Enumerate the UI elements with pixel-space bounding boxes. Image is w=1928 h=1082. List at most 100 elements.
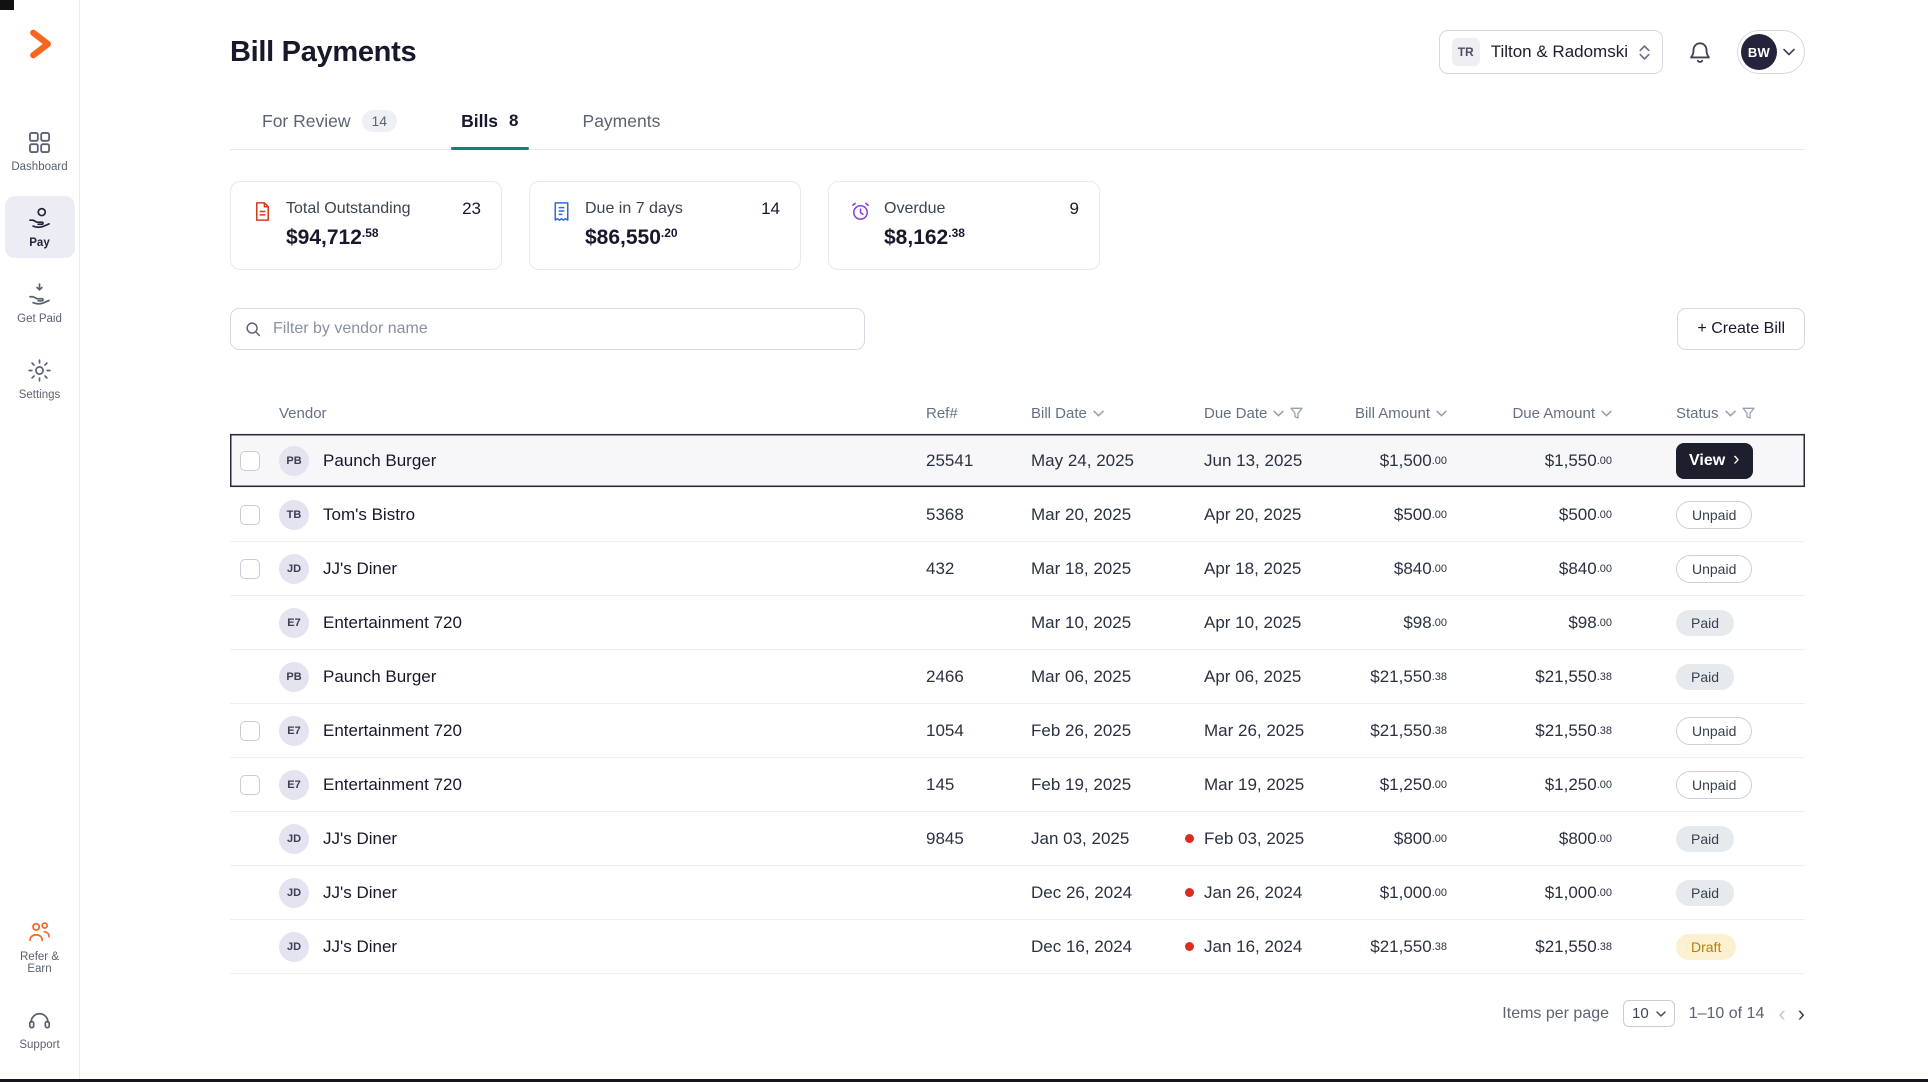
vendor-avatar: PB: [279, 446, 309, 476]
checkbox-cell: [230, 505, 279, 525]
column-header-status[interactable]: Status: [1614, 405, 1805, 422]
sidebar-item-get-paid[interactable]: Get Paid: [5, 272, 75, 334]
sidebar-item-refer-earn[interactable]: Refer & Earn: [5, 910, 75, 984]
topbar: Bill Payments TR Tilton & Radomski BW: [230, 30, 1805, 74]
tab-payments[interactable]: Payments: [583, 110, 661, 149]
status-cell: Unpaid: [1614, 717, 1805, 745]
due-date-cell: Mar 19, 2025: [1179, 775, 1344, 795]
card-amount: $94,712.58: [286, 226, 481, 250]
checkbox-cell: [230, 883, 279, 903]
app-logo[interactable]: [22, 26, 58, 62]
sidebar: Dashboard Pay Get Paid Settings Refer & …: [0, 0, 80, 1082]
ref-cell: 145: [914, 775, 1024, 795]
status-cell: Draft: [1614, 934, 1805, 960]
page-title: Bill Payments: [230, 36, 416, 69]
vendor-cell: E7 Entertainment 720: [279, 770, 914, 800]
checkbox-cell: [230, 559, 279, 579]
due-date-cell: Mar 26, 2025: [1179, 721, 1344, 741]
notifications-button[interactable]: [1683, 35, 1717, 69]
bill-amount-cell: $21,550.38: [1344, 667, 1449, 687]
chevron-right-icon: ›: [1733, 450, 1739, 469]
tab-for-review[interactable]: For Review 14: [262, 110, 397, 149]
company-badge: TR: [1452, 38, 1480, 66]
prev-page-button[interactable]: ‹: [1778, 1003, 1785, 1025]
create-bill-button[interactable]: + Create Bill: [1677, 308, 1805, 350]
due-amount-cell: $1,000.00: [1449, 883, 1614, 903]
due-amount-cell: $98.00: [1449, 613, 1614, 633]
vendor-avatar: JD: [279, 878, 309, 908]
view-button[interactable]: View›: [1676, 443, 1753, 479]
due-date-text: Apr 10, 2025: [1204, 613, 1301, 633]
table-row[interactable]: JD JJ's Diner Dec 16, 2024 Jan 16, 2024 …: [230, 920, 1805, 974]
row-checkbox[interactable]: [240, 775, 260, 795]
sort-icon: [1093, 410, 1104, 417]
dashboard-icon: [26, 129, 53, 156]
due-amount-cell: $840.00: [1449, 559, 1614, 579]
sort-icon: [1273, 410, 1284, 417]
table-row[interactable]: JD JJ's Diner 9845 Jan 03, 2025 Feb 03, …: [230, 812, 1805, 866]
vendor-cell: JD JJ's Diner: [279, 824, 914, 854]
summary-cards: Total Outstanding 23 $94,712.58 Due in 7…: [230, 181, 1805, 270]
due-date-text: Apr 06, 2025: [1204, 667, 1301, 687]
vendor-cell: PB Paunch Burger: [279, 446, 914, 476]
checkbox-cell: [230, 937, 279, 957]
page-size-select[interactable]: 10: [1623, 1000, 1675, 1027]
status-cell: Unpaid: [1614, 501, 1805, 529]
due-date-cell: Apr 06, 2025: [1179, 667, 1344, 687]
column-header-bill-amount[interactable]: Bill Amount: [1344, 405, 1449, 422]
chevron-right-logo-icon: [22, 26, 58, 62]
tab-bills[interactable]: Bills 8: [461, 110, 518, 149]
due-date-cell: Apr 18, 2025: [1179, 559, 1344, 579]
sidebar-item-pay[interactable]: Pay: [5, 196, 75, 258]
vendor-name: JJ's Diner: [323, 829, 397, 849]
card-count: 14: [761, 199, 780, 219]
row-checkbox[interactable]: [240, 505, 260, 525]
status-cell: View›: [1614, 443, 1805, 479]
bill-date-cell: Dec 16, 2024: [1024, 937, 1179, 957]
next-page-button[interactable]: ›: [1798, 1003, 1805, 1025]
vendor-name: JJ's Diner: [323, 883, 397, 903]
due-date-text: Jun 13, 2025: [1204, 451, 1302, 471]
due-amount-cell: $21,550.38: [1449, 721, 1614, 741]
vendor-avatar: JD: [279, 932, 309, 962]
row-checkbox[interactable]: [240, 451, 260, 471]
vendor-filter-input[interactable]: [230, 308, 865, 350]
sidebar-item-support[interactable]: Support: [5, 998, 75, 1060]
overdue-dot: [1185, 834, 1194, 843]
table-row[interactable]: PB Paunch Burger 2466 Mar 06, 2025 Apr 0…: [230, 650, 1805, 704]
column-header-due-date[interactable]: Due Date: [1179, 405, 1344, 422]
user-menu[interactable]: BW: [1737, 30, 1805, 74]
row-checkbox[interactable]: [240, 721, 260, 741]
due-date-text: Jan 26, 2024: [1204, 883, 1302, 903]
vendor-cell: E7 Entertainment 720: [279, 608, 914, 638]
table-row[interactable]: JD JJ's Diner 432 Mar 18, 2025 Apr 18, 2…: [230, 542, 1805, 596]
table-row[interactable]: PB Paunch Burger 25541 May 24, 2025 Jun …: [230, 434, 1805, 488]
summary-card-due-7-days: Due in 7 days 14 $86,550.20: [529, 181, 801, 270]
due-date-text: Mar 26, 2025: [1204, 721, 1304, 741]
checkbox-cell: [230, 667, 279, 687]
vendor-name: Entertainment 720: [323, 775, 462, 795]
vendor-cell: JD JJ's Diner: [279, 554, 914, 584]
pay-icon: [26, 205, 53, 232]
card-label: Total Outstanding: [286, 200, 411, 218]
card-amount: $86,550.20: [585, 226, 780, 250]
row-checkbox[interactable]: [240, 559, 260, 579]
table-row[interactable]: E7 Entertainment 720 1054 Feb 26, 2025 M…: [230, 704, 1805, 758]
vendor-avatar: PB: [279, 662, 309, 692]
status-badge: Unpaid: [1676, 501, 1752, 529]
bill-date-cell: Mar 20, 2025: [1024, 505, 1179, 525]
card-label: Overdue: [884, 200, 945, 218]
table-row[interactable]: E7 Entertainment 720 Mar 10, 2025 Apr 10…: [230, 596, 1805, 650]
table-row[interactable]: E7 Entertainment 720 145 Feb 19, 2025 Ma…: [230, 758, 1805, 812]
column-header-due-amount[interactable]: Due Amount: [1449, 405, 1614, 422]
sidebar-item-settings[interactable]: Settings: [5, 348, 75, 410]
due-date-text: Apr 18, 2025: [1204, 559, 1301, 579]
sidebar-item-dashboard[interactable]: Dashboard: [5, 120, 75, 182]
get-paid-icon: [26, 281, 53, 308]
vendor-avatar: E7: [279, 716, 309, 746]
table-row[interactable]: JD JJ's Diner Dec 26, 2024 Jan 26, 2024 …: [230, 866, 1805, 920]
support-icon: [26, 1007, 53, 1034]
column-header-bill-date[interactable]: Bill Date: [1024, 405, 1179, 422]
table-row[interactable]: TB Tom's Bistro 5368 Mar 20, 2025 Apr 20…: [230, 488, 1805, 542]
company-selector[interactable]: TR Tilton & Radomski: [1439, 30, 1663, 74]
